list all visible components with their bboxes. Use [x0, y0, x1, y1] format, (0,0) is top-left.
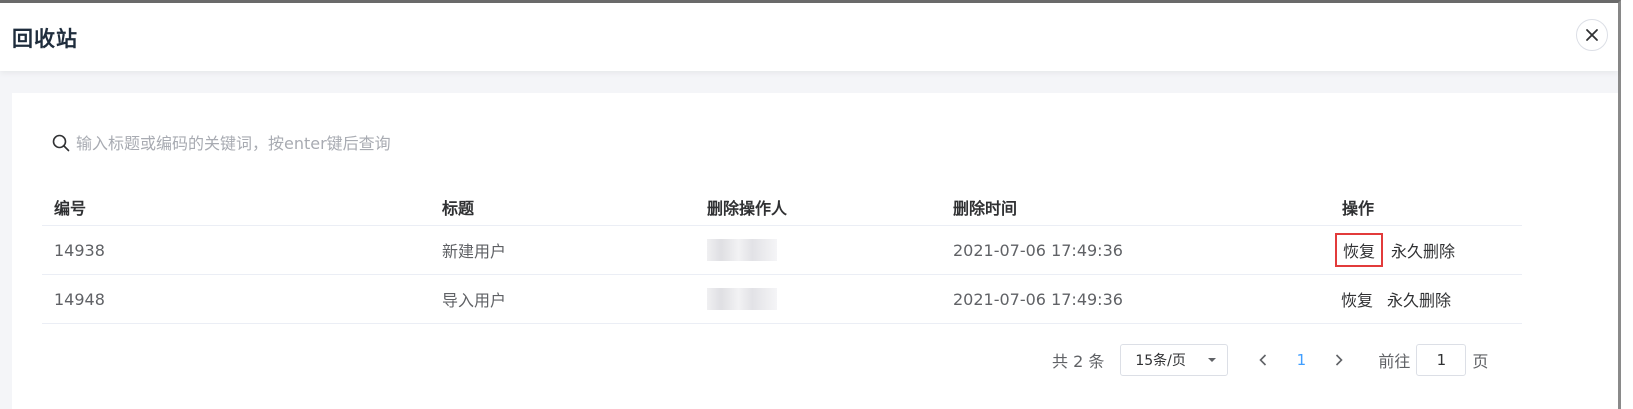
page-size-value: 15条/页 — [1135, 353, 1186, 369]
redacted-operator — [707, 288, 777, 310]
table-header-row: 编号 标题 删除操作人 删除时间 操作 — [42, 189, 1522, 226]
chevron-right-icon — [1336, 353, 1343, 366]
pagination: 共 2 条 15条/页 1 前往 页 — [1052, 343, 1488, 377]
row-id: 14938 — [54, 240, 105, 260]
row-title: 导入用户 — [442, 291, 507, 310]
row-operator — [707, 226, 777, 274]
page-number-current[interactable]: 1 — [1286, 351, 1316, 369]
caret-down-icon — [1208, 358, 1217, 362]
close-button[interactable] — [1576, 19, 1608, 51]
restore-button[interactable]: 恢复 — [1335, 233, 1384, 267]
content-panel: 编号 标题 删除操作人 删除时间 操作 14938 新建用户 2021-07-0… — [12, 93, 1618, 409]
goto-suffix: 页 — [1472, 352, 1489, 371]
table-row: 14948 导入用户 2021-07-06 17:49:36 恢复 永久删除 — [42, 275, 1522, 324]
table-row: 14938 新建用户 2021-07-06 17:49:36 恢复 永久删除 — [42, 226, 1522, 275]
goto-prefix: 前往 — [1378, 352, 1411, 371]
next-page-button[interactable] — [1324, 350, 1354, 371]
row-id: 14948 — [54, 289, 105, 309]
column-header-actions: 操作 — [1342, 199, 1375, 218]
column-header-deleted-at: 删除时间 — [953, 199, 1018, 218]
row-deleted-at: 2021-07-06 17:49:36 — [953, 289, 1123, 309]
row-actions: 恢复 永久删除 — [1341, 275, 1451, 323]
total-count: 共 2 条 — [1052, 352, 1105, 371]
permanent-delete-button[interactable]: 永久删除 — [1391, 238, 1455, 262]
redacted-operator — [707, 239, 777, 261]
permanent-delete-button[interactable]: 永久删除 — [1387, 287, 1451, 311]
page-size-select[interactable]: 15条/页 — [1120, 344, 1229, 376]
row-actions: 恢复 永久删除 — [1335, 226, 1455, 274]
dialog-header: 回收站 — [0, 3, 1618, 71]
chevron-left-icon — [1259, 353, 1267, 366]
restore-button[interactable]: 恢复 — [1335, 284, 1379, 314]
row-operator — [707, 275, 777, 323]
column-header-title: 标题 — [442, 199, 475, 218]
recycle-bin-dialog: 回收站 编号 标题 删除操作人 删除时间 操作 14938 — [0, 0, 1621, 409]
search-icon — [52, 134, 70, 152]
close-icon — [1586, 29, 1598, 41]
row-title: 新建用户 — [442, 242, 507, 261]
column-header-id: 编号 — [54, 199, 87, 218]
column-header-operator: 删除操作人 — [707, 199, 788, 218]
search-input[interactable] — [76, 133, 636, 153]
dialog-title: 回收站 — [12, 27, 78, 51]
prev-page-button[interactable] — [1248, 350, 1278, 371]
recycle-table: 编号 标题 删除操作人 删除时间 操作 14938 新建用户 2021-07-0… — [42, 189, 1522, 324]
search-bar — [52, 129, 652, 157]
goto-page-input[interactable] — [1416, 344, 1467, 376]
row-deleted-at: 2021-07-06 17:49:36 — [953, 240, 1123, 260]
